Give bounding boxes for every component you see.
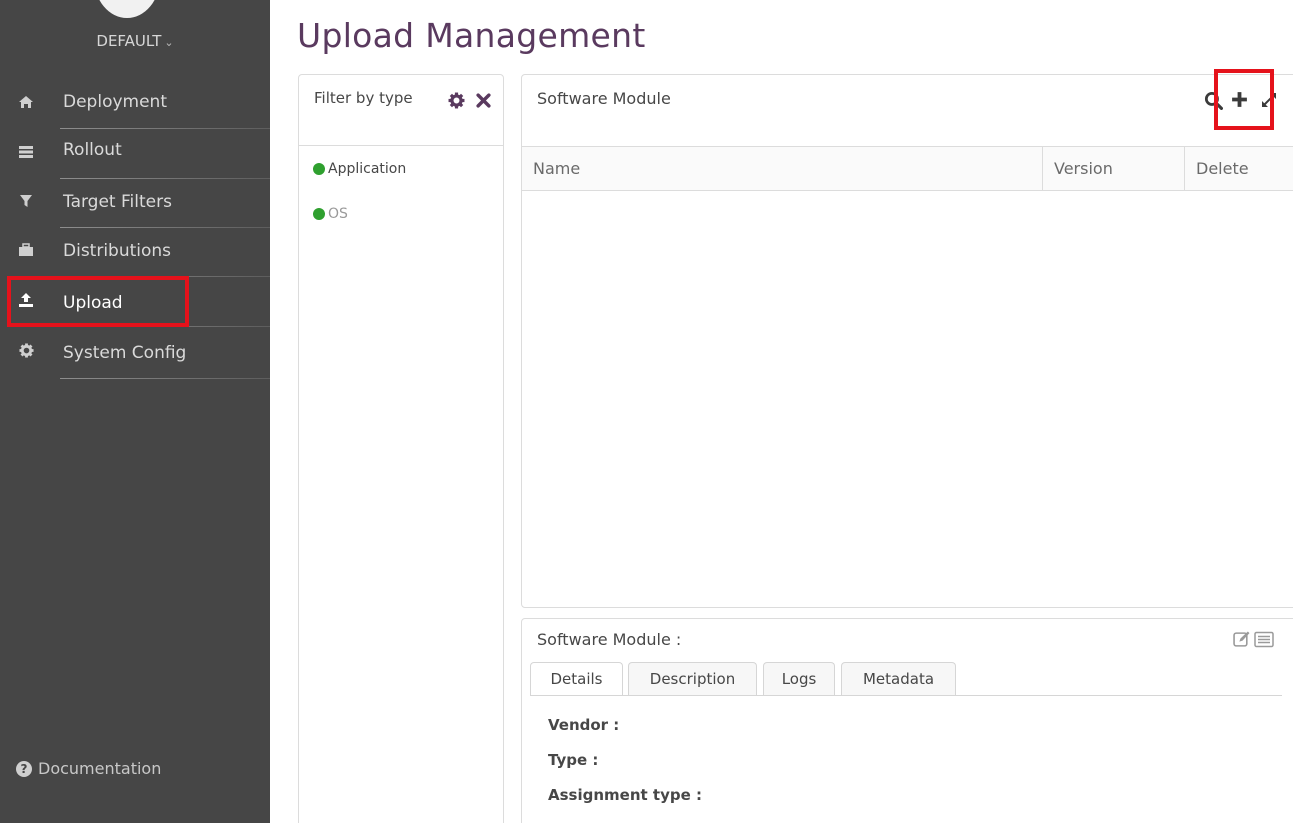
type-filter-application[interactable]: Application — [313, 161, 406, 177]
tab-logs[interactable]: Logs — [763, 662, 835, 695]
software-module-details-panel: Software Module : Details Description Lo… — [521, 618, 1293, 823]
column-header-delete[interactable]: Delete — [1185, 147, 1293, 190]
question-circle-icon: ? — [16, 760, 32, 777]
tenant-selector[interactable]: DEFAULT ⌄ — [0, 32, 270, 50]
software-module-panel: Software Module Name Version Delete — [521, 74, 1293, 608]
tab-description[interactable]: Description — [628, 662, 757, 695]
chevron-down-icon: ⌄ — [164, 36, 174, 49]
sidebar-item-label: System Config — [63, 343, 187, 363]
field-type: Type : — [548, 751, 599, 769]
sidebar: DEFAULT ⌄ Deployment Rollout Target Filte… — [0, 0, 270, 823]
gear-icon — [17, 341, 35, 359]
home-icon — [17, 93, 35, 111]
upload-highlight-box — [7, 276, 189, 327]
tab-metadata[interactable]: Metadata — [841, 662, 956, 695]
type-color-dot — [313, 163, 325, 175]
type-label: OS — [328, 206, 348, 222]
close-icon[interactable] — [476, 93, 491, 111]
software-module-title: Software Module — [537, 89, 671, 108]
sidebar-item-system-config[interactable]: System Config — [0, 327, 270, 379]
avatar[interactable] — [94, 0, 160, 18]
field-vendor: Vendor : — [548, 716, 620, 734]
metadata-list-icon[interactable] — [1254, 631, 1274, 652]
sidebar-item-distributions[interactable]: Distributions — [0, 227, 270, 277]
software-module-table-header: Name Version Delete — [522, 146, 1293, 191]
filter-by-type-panel: Filter by type Application OS — [298, 74, 504, 823]
list-icon — [17, 143, 35, 161]
documentation-link[interactable]: ? Documentation — [16, 759, 161, 778]
type-label: Application — [328, 161, 407, 177]
sidebar-item-rollout[interactable]: Rollout — [0, 129, 270, 179]
type-color-dot — [313, 208, 325, 220]
filter-panel-header: Filter by type — [299, 75, 503, 146]
sidebar-item-label: Target Filters — [63, 192, 172, 212]
add-highlight-box — [1214, 69, 1274, 130]
sidebar-item-label: Distributions — [63, 241, 172, 261]
gear-icon[interactable] — [448, 92, 465, 112]
edit-icon[interactable] — [1233, 631, 1250, 652]
sidebar-item-deployment[interactable]: Deployment — [0, 79, 270, 129]
column-header-version[interactable]: Version — [1043, 147, 1185, 190]
page-title: Upload Management — [297, 16, 646, 55]
sidebar-item-label: Rollout — [63, 140, 122, 160]
sidebar-item-target-filters[interactable]: Target Filters — [0, 178, 270, 228]
tab-details[interactable]: Details — [530, 662, 623, 696]
column-header-name[interactable]: Name — [522, 147, 1043, 190]
field-assignment-type: Assignment type : — [548, 786, 702, 804]
filter-panel-title: Filter by type — [314, 89, 413, 107]
type-filter-os[interactable]: OS — [313, 206, 348, 222]
filter-icon — [17, 192, 35, 210]
documentation-label: Documentation — [38, 759, 162, 778]
details-title: Software Module : — [537, 630, 682, 649]
briefcase-icon — [17, 241, 35, 259]
tenant-label: DEFAULT — [96, 32, 162, 50]
sidebar-item-label: Deployment — [63, 92, 167, 112]
